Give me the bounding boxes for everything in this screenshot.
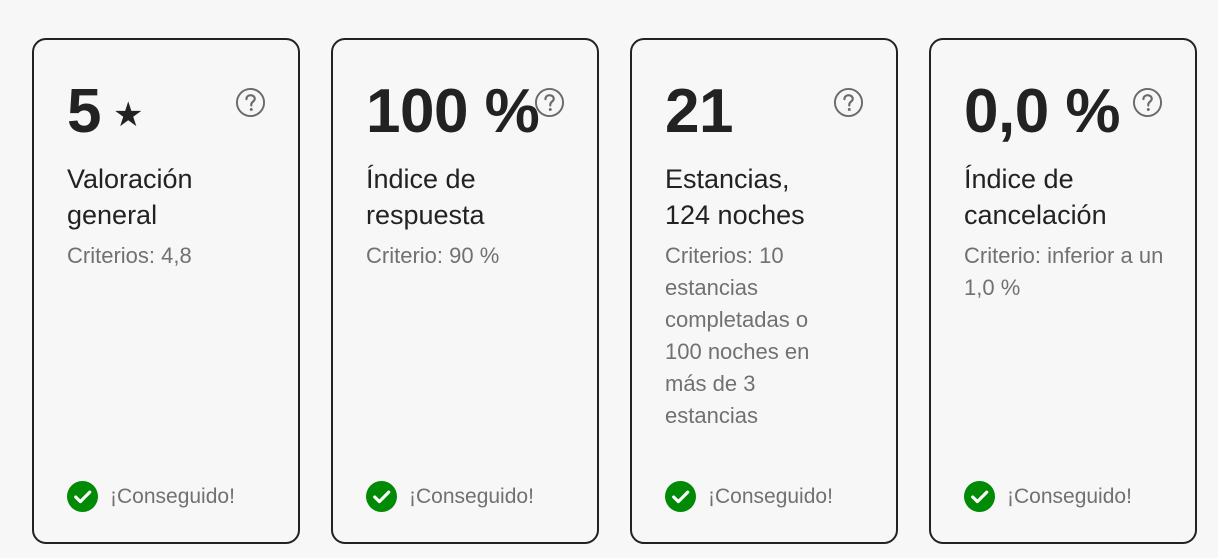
help-circle-icon[interactable] (833, 87, 864, 118)
stays-value: 21 (665, 77, 733, 146)
help-circle-icon[interactable] (235, 87, 266, 118)
star-icon: ★ (112, 96, 143, 134)
status-achieved: ¡Conseguido! (665, 481, 833, 512)
overall-rating-number: 5 (67, 77, 101, 146)
metric-title: Estancias, 124 noches (665, 164, 805, 230)
status-achieved: ¡Conseguido! (67, 481, 235, 512)
metric-title: Valoración general (67, 164, 193, 230)
status-achieved: ¡Conseguido! (366, 481, 534, 512)
help-circle-icon[interactable] (1132, 87, 1163, 118)
response-rate-card: 100 % Índice de respuesta Criterio: 90 %… (331, 38, 599, 544)
response-rate-value: 100 % (366, 77, 540, 146)
status-label: ¡Conseguido! (1007, 485, 1132, 508)
check-circle-icon (964, 481, 995, 512)
help-circle-icon[interactable] (534, 87, 565, 118)
cancellation-rate-card: 0,0 % Índice de cancelación Criterio: in… (929, 38, 1197, 544)
cancellation-rate-value: 0,0 % (964, 77, 1121, 146)
check-circle-icon (67, 481, 98, 512)
metric-title: Índice de cancelación (964, 164, 1107, 230)
stays-card: 21 Estancias, 124 noches Criterios: 10 e… (630, 38, 898, 544)
metric-criteria: Criterio: inferior a un 1,0 % (964, 243, 1164, 300)
check-circle-icon (366, 481, 397, 512)
status-label: ¡Conseguido! (708, 485, 833, 508)
metric-criteria: Criterio: 90 % (366, 243, 500, 268)
overall-rating-value: 5 ★ (67, 76, 143, 151)
status-label: ¡Conseguido! (110, 485, 235, 508)
overall-rating-card: 5 ★ Valoración general Criterios: 4,8 ¡Co… (32, 38, 300, 544)
metric-title: Índice de respuesta (366, 164, 485, 230)
metric-criteria: Criterios: 4,8 (67, 243, 192, 268)
check-circle-icon (665, 481, 696, 512)
status-achieved: ¡Conseguido! (964, 481, 1132, 512)
status-label: ¡Conseguido! (409, 485, 534, 508)
metrics-card-row: 5 ★ Valoración general Criterios: 4,8 ¡Co… (32, 38, 1197, 544)
metric-criteria: Criterios: 10 estancias completadas o 10… (665, 243, 810, 428)
